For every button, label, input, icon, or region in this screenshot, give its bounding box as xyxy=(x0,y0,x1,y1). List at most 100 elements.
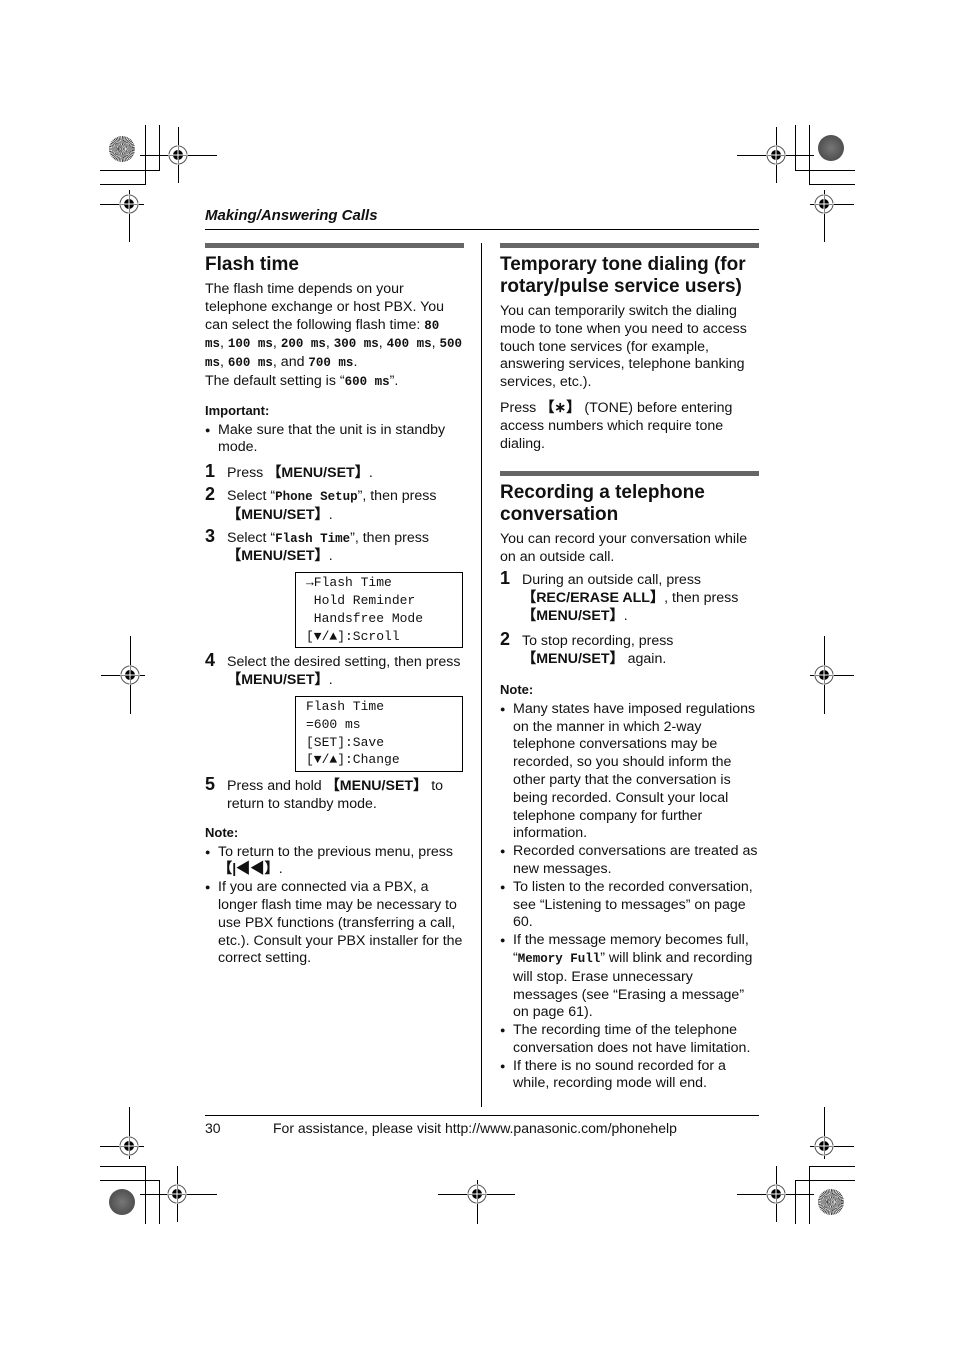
separator: , xyxy=(272,335,281,352)
note-label: Note: xyxy=(205,824,239,840)
color-dial-icon xyxy=(109,136,135,162)
crop-line xyxy=(809,1166,810,1224)
crop-line xyxy=(145,1166,146,1224)
section-title-tone-dialing: Temporary tone dialing (for rotary/pulse… xyxy=(500,254,746,297)
step-1: 1 Press 【MENU/SET】. xyxy=(205,462,464,483)
right-column: Temporary tone dialing (for rotary/pulse… xyxy=(500,243,759,1093)
step-text: Select the desired setting, then press xyxy=(227,654,461,671)
step-text: again. xyxy=(623,651,667,668)
section-bar xyxy=(205,243,464,248)
registration-mark-icon xyxy=(766,1184,786,1204)
tone-dialing-instruction: Press 【∗】 (TONE) before entering access … xyxy=(500,400,759,453)
registration-mark-icon xyxy=(814,194,834,214)
recording-step-2: 2 To stop recording, press 【MENU/SET】 ag… xyxy=(500,629,759,669)
rec-erase-key: 【REC/ERASE ALL】 xyxy=(522,589,665,606)
tone-dialing-intro: You can temporarily switch the dialing m… xyxy=(500,303,747,391)
note-bullet: If there is no sound recorded for a whil… xyxy=(500,1058,759,1094)
color-dial-icon xyxy=(818,1189,844,1215)
flash-option: 700 ms xyxy=(308,356,354,371)
back-key-icon: 【|◀◀】 xyxy=(218,861,279,878)
separator: , and xyxy=(272,354,309,371)
note-bullet: To listen to the recorded conversation, … xyxy=(500,879,759,932)
lcd-line: →Flash Time xyxy=(306,575,392,591)
lcd-line: Flash Time xyxy=(306,698,385,714)
menu-set-key: 【MENU/SET】 xyxy=(325,778,428,795)
crop-line xyxy=(809,184,855,185)
step-text: . xyxy=(328,672,333,689)
column-divider xyxy=(481,243,482,1107)
menu-set-key: 【MENU/SET】 xyxy=(227,506,329,523)
lcd-line: Handsfree Mode xyxy=(306,610,424,626)
note-bullet: Many states have imposed regulations on … xyxy=(500,701,759,843)
menu-set-key: 【MENU/SET】 xyxy=(522,607,624,624)
section-bar xyxy=(500,243,759,248)
flash-time-intro: The flash time depends on your telephone… xyxy=(205,281,464,392)
intro-text: The flash time depends on your telephone… xyxy=(205,281,445,333)
color-dial-icon xyxy=(818,135,844,161)
step-text: Select “ xyxy=(227,487,276,504)
step-text: . xyxy=(328,548,333,565)
registration-mark-icon xyxy=(167,1184,187,1204)
separator: , xyxy=(220,335,228,352)
lcd-line: =600 ms xyxy=(306,716,361,732)
step-text: , then press xyxy=(664,589,739,606)
registration-mark-icon xyxy=(814,665,834,685)
default-suffix: ”. xyxy=(389,372,399,389)
flash-option: 300 ms xyxy=(333,337,379,352)
flash-option: 100 ms xyxy=(227,337,273,352)
separator: , xyxy=(378,335,387,352)
step-number: 5 xyxy=(205,774,216,795)
step-text: During an outside call, press xyxy=(522,571,702,588)
step-number: 2 xyxy=(500,629,511,650)
separator: , xyxy=(220,354,228,371)
page-number: 30 xyxy=(205,1120,221,1136)
section-bar xyxy=(500,471,759,477)
step-text: . xyxy=(368,465,373,482)
running-header: Making/Answering Calls xyxy=(205,207,378,224)
menu-set-key: 【MENU/SET】 xyxy=(522,651,624,668)
note-bullet: Recorded conversations are treated as ne… xyxy=(500,843,759,879)
flash-option: 600 ms xyxy=(227,356,273,371)
registration-mark-icon xyxy=(168,145,188,165)
menu-item-code: Phone Setup xyxy=(275,489,358,504)
flash-option: 200 ms xyxy=(280,337,326,352)
assistance-link-text[interactable]: For assistance, please visit http://www.… xyxy=(273,1120,677,1136)
note-bullet: The recording time of the telephone conv… xyxy=(500,1022,759,1058)
step-text: ”, then press xyxy=(357,487,437,504)
header-rule xyxy=(205,229,759,230)
step-text: . xyxy=(328,506,333,523)
recording-intro: You can record your conversation while o… xyxy=(500,531,748,566)
crop-line xyxy=(159,125,160,170)
step-number: 4 xyxy=(205,650,216,671)
crop-line xyxy=(795,1180,796,1224)
registration-mark-icon xyxy=(119,194,139,214)
important-label: Important: xyxy=(205,402,270,418)
lcd-display-setting: Flash Time =600 ms [SET]:Save [▼/▲]:Change xyxy=(295,695,463,773)
color-dial-icon xyxy=(109,1189,135,1215)
crop-line xyxy=(100,184,146,185)
separator: , xyxy=(325,335,334,352)
separator: , xyxy=(431,335,440,352)
lcd-line: [▼/▲]:Change xyxy=(306,752,400,768)
crop-line xyxy=(809,1166,855,1167)
crop-line xyxy=(795,125,796,170)
lcd-line: [▼/▲]:Scroll xyxy=(306,628,400,644)
note-bullet: If you are connected via a PBX, a longer… xyxy=(205,879,464,968)
step-text: Press and hold xyxy=(227,778,326,795)
step-number: 1 xyxy=(500,567,511,588)
display-message-code: Memory Full xyxy=(517,951,601,966)
default-label: The default setting is “ xyxy=(205,372,345,389)
crop-line xyxy=(100,1166,146,1167)
important-bullet: Make sure that the unit is in standby mo… xyxy=(205,422,464,458)
lcd-line: Hold Reminder xyxy=(306,592,416,608)
menu-item-code: Flash Time xyxy=(275,531,351,546)
step-number: 3 xyxy=(205,525,216,546)
step-text: To stop recording, press xyxy=(522,633,674,650)
registration-mark-icon xyxy=(814,1136,834,1156)
step-text: Select “ xyxy=(227,529,276,546)
step-text: Press xyxy=(227,465,268,482)
crop-line xyxy=(100,1180,160,1181)
registration-mark-icon xyxy=(766,145,786,165)
step-text: ”, then press xyxy=(350,529,429,546)
menu-set-key: 【MENU/SET】 xyxy=(227,548,329,565)
